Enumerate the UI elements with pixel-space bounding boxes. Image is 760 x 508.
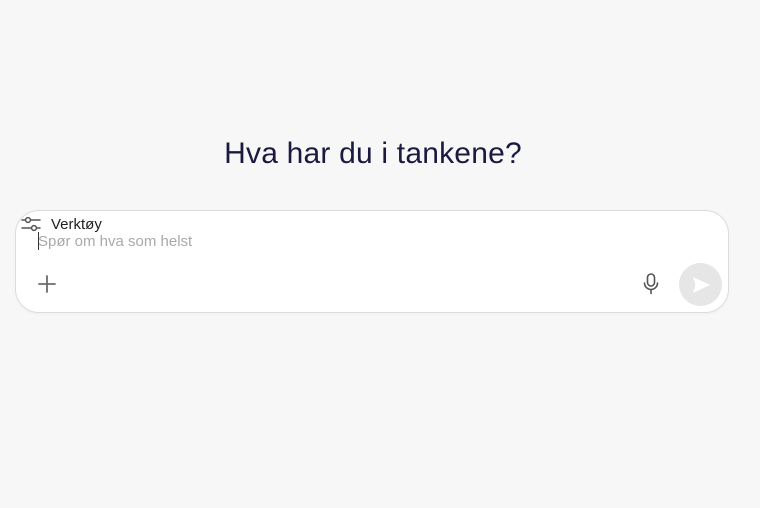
plus-icon [38, 275, 56, 293]
page-heading: Hva har du i tankene? [224, 137, 522, 170]
add-attachment-button[interactable] [34, 271, 60, 297]
send-button[interactable] [679, 263, 722, 306]
message-composer: Verktøy [15, 210, 729, 313]
send-arrow-icon [692, 276, 710, 293]
microphone-icon [643, 273, 659, 295]
page: Hva har du i tankene? Verktøy [0, 0, 760, 508]
text-caret [38, 232, 39, 250]
voice-input-button[interactable] [637, 270, 665, 298]
prompt-input[interactable] [38, 230, 678, 252]
